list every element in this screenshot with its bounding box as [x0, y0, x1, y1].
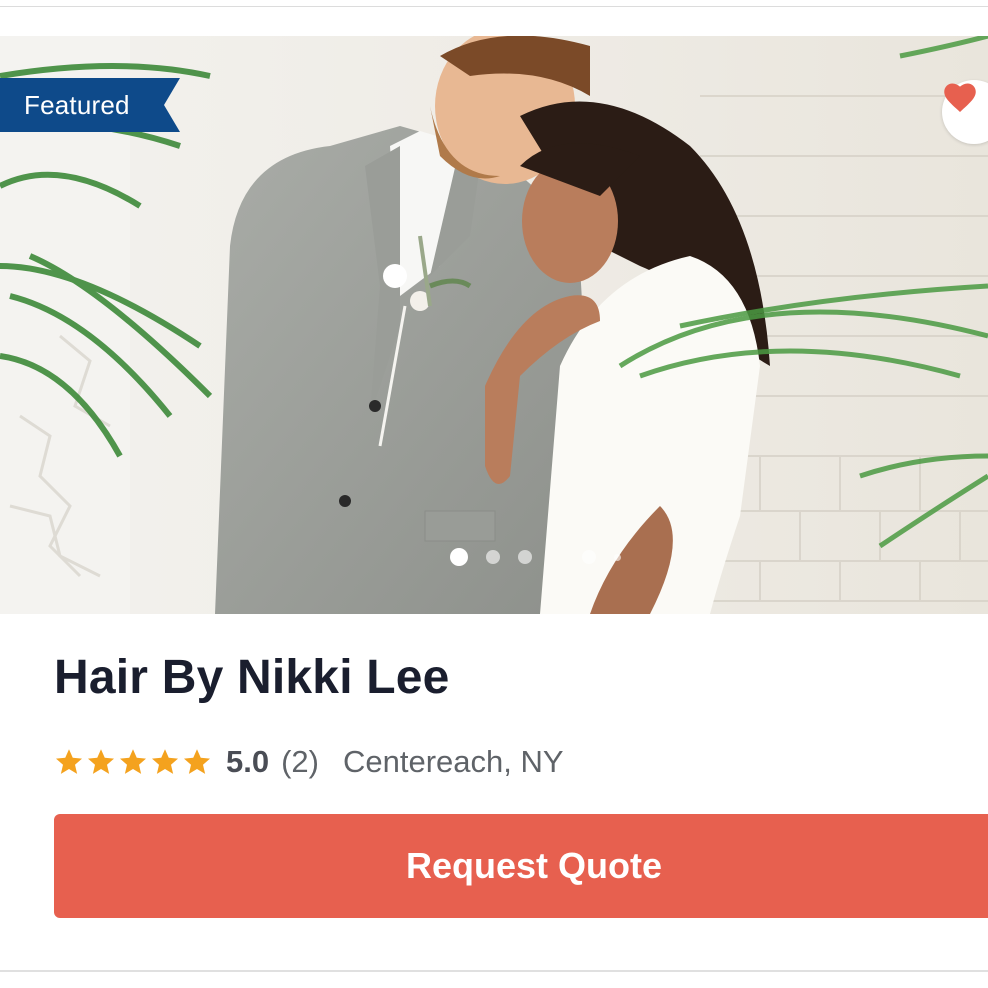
carousel-dot-3[interactable]: [518, 550, 532, 564]
star-icon: [56, 749, 82, 774]
rating-value: 5.0: [226, 744, 270, 779]
top-divider: [0, 0, 988, 7]
vendor-name[interactable]: Hair By Nikki Lee: [54, 650, 450, 705]
bottom-divider: [0, 970, 988, 972]
carousel-dot-4[interactable]: [582, 550, 596, 564]
carousel-dot-5[interactable]: [614, 553, 621, 561]
heart-icon: [944, 83, 976, 112]
star-icon: [88, 749, 114, 774]
star-icon: [152, 749, 178, 774]
star-icon: [120, 749, 146, 774]
vendor-card[interactable]: Featured Hair By Nikki Lee 5.0 (2) Cente…: [0, 36, 988, 972]
review-count[interactable]: (2): [281, 744, 319, 780]
vendor-photo-carousel[interactable]: Featured: [0, 36, 988, 614]
carousel-dot-1[interactable]: [450, 548, 468, 566]
featured-badge: Featured: [0, 78, 180, 132]
featured-badge-label: Featured: [24, 89, 130, 120]
star-icon: [184, 749, 210, 774]
request-quote-button[interactable]: Request Quote: [54, 814, 988, 918]
carousel-dots[interactable]: [450, 547, 621, 567]
star-rating: [54, 747, 212, 777]
vendor-listing-page: Featured Hair By Nikki Lee 5.0 (2) Cente…: [0, 0, 988, 988]
rating-row: 5.0 (2) Centereach, NY: [54, 740, 564, 784]
carousel-dot-2[interactable]: [486, 550, 500, 564]
vendor-location: Centereach, NY: [343, 744, 564, 779]
